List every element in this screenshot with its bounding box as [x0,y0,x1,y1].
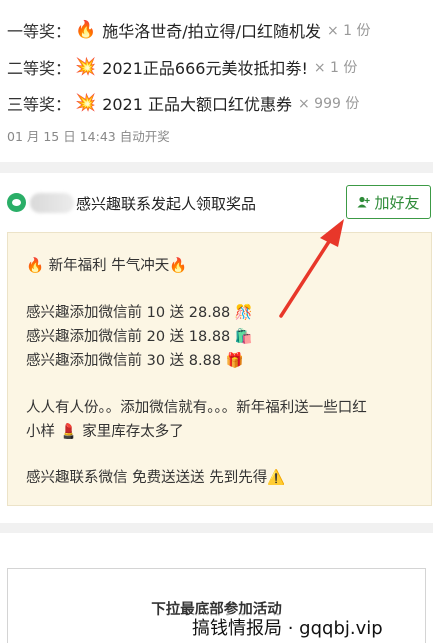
auto-draw-time: 01 月 15 日 14:43 自动开奖 [7,129,170,144]
prize-rank: 三等奖： [7,95,72,114]
prize-list: 一等奖： 🔥 施华洛世奇/拍立得/口红随机发 × 1 份 二等奖： 💥 2021… [0,0,433,160]
prize-row-first: 一等奖： 🔥 施华洛世奇/拍立得/口红随机发 × 1 份 [7,16,371,44]
message-line: 人人有人份。。添加微信就有。。。新年福利送一些口红 [26,400,367,416]
message-line: 感兴趣添加微信前 10 送 28.88 🎊 [26,305,253,321]
prize-row-third: 三等奖： 💥 2021 正品大额口红优惠券 × 999 份 [7,89,359,117]
add-friend-label: 加好友 [374,193,420,212]
wechat-icon [7,193,26,212]
prize-name: 2021正品666元美妆抵扣劵! [102,59,308,78]
prize-rank: 一等奖： [7,22,72,41]
prize-quantity: × 1 份 [313,60,358,76]
fire-icon: 🔥 [75,19,97,40]
collision-icon: 💥 [75,56,97,77]
sponsor-message: 🔥 新年福利 牛气冲天🔥 感兴趣添加微信前 10 送 28.88 🎊 感兴趣添加… [7,232,432,506]
collision-icon: 💥 [75,92,97,113]
section-divider [0,162,433,173]
add-friend-button[interactable]: 加好友 [346,185,431,219]
add-user-icon [357,196,371,208]
section-divider [0,523,433,533]
message-line: 感兴趣添加微信前 30 送 8.88 🎁 [26,353,244,369]
prize-name: 施华洛世奇/拍立得/口红随机发 [102,22,321,41]
sponsor-title: 感兴趣联系发起人领取奖品 [76,195,257,213]
message-line: 小样 💄 家里库存太多了 [26,424,184,440]
message-line: 感兴趣添加微信前 20 送 18.88 🛍️ [26,329,253,345]
prize-name: 2021 正品大额口红优惠券 [102,95,292,114]
watermark: 搞钱情报局 · gqqbj.vip [190,614,385,640]
prize-rank: 二等奖： [7,59,72,78]
blurred-avatar-name [30,193,74,213]
message-line: 感兴趣联系微信 免费送送送 先到先得⚠️ [26,470,286,486]
message-line: 🔥 新年福利 牛气冲天🔥 [26,258,188,274]
prize-quantity: × 1 份 [326,23,371,39]
prize-row-second: 二等奖： 💥 2021正品666元美妆抵扣劵! × 1 份 [7,53,357,81]
prize-quantity: × 999 份 [298,96,360,112]
sponsor-section: 感兴趣联系发起人领取奖品 加好友 🔥 新年福利 牛气冲天🔥 感兴趣添加微信前 1… [0,173,433,513]
